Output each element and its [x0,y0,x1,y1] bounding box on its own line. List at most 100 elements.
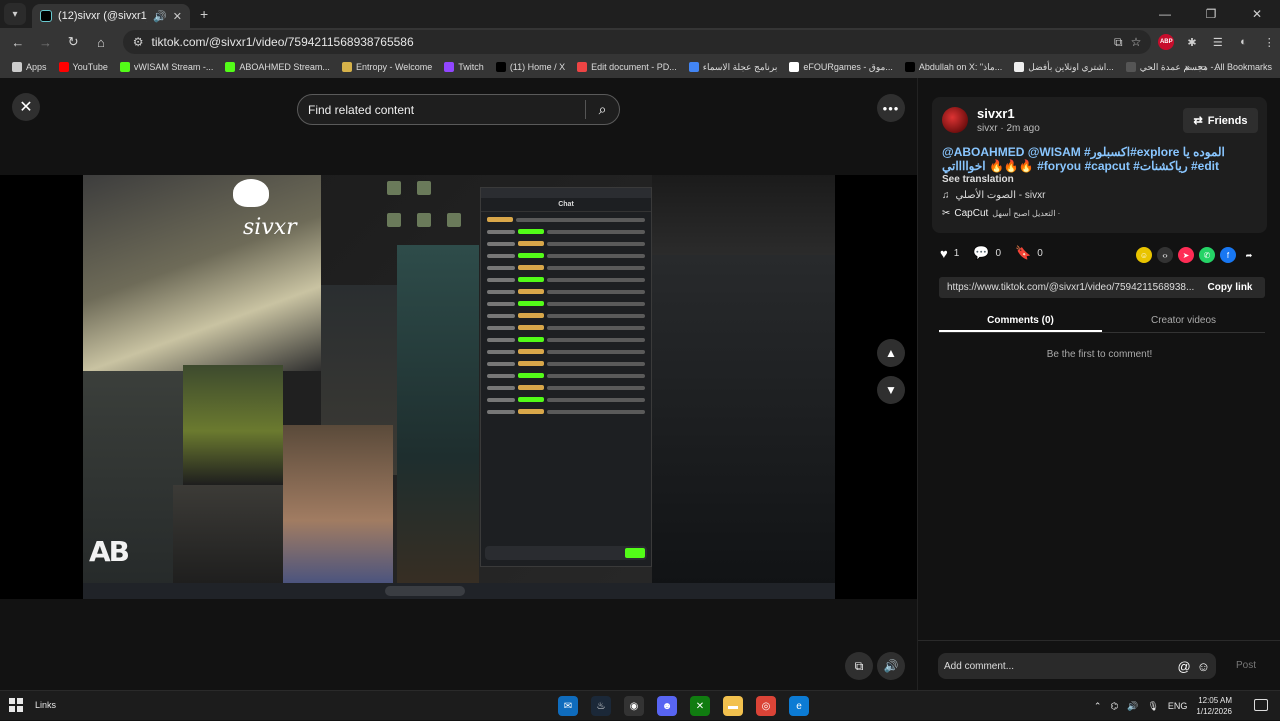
embed-code-icon[interactable]: ‹› [1157,247,1173,263]
reading-list-icon[interactable]: ☰ [1207,31,1229,53]
network-icon[interactable]: ⌬ [1110,701,1118,712]
video-content[interactable]: sivxr Chat AB [83,175,835,599]
profile-avatar-icon[interactable]: ◐ [1233,31,1255,53]
bookmark-item[interactable]: Abdullah on X: "ماذ... [899,62,1008,73]
capcut-link[interactable]: ✂ CapCut التعديل اصبح أسهل · [942,208,1060,219]
bookmark-item[interactable]: Edit document - PD... [571,62,683,72]
post-comment-button[interactable]: Post [1236,660,1256,671]
facebook-icon[interactable]: f [1220,247,1236,263]
bookmark-favicon-icon [12,62,22,72]
notification-center-icon[interactable] [1254,699,1268,711]
address-bar[interactable]: ⚙ tiktok.com/@sivxr1/video/7594211568938… [122,30,1152,54]
steam-icon[interactable]: ♨ [591,696,611,716]
lang-indicator[interactable]: ENG [1168,701,1188,711]
whatsapp-icon[interactable]: ✆ [1199,247,1215,263]
post-caption[interactable]: @ABOAHMED @WISAM #اكسبلور#explore الموده… [942,145,1260,173]
discord-icon[interactable]: ☻ [657,696,677,716]
chrome-icon[interactable]: ◎ [756,696,776,716]
comment-input[interactable]: Add comment... @ ☺ [938,653,1216,679]
bookmark-item[interactable]: ABOAHMED Stream... [219,62,336,72]
forward-button[interactable]: → [34,30,58,54]
window-close-button[interactable]: ✕ [1234,0,1280,28]
copy-link-button[interactable]: Copy link [1195,282,1265,293]
file-explorer-icon[interactable]: ▬ [723,696,743,716]
clock-date: 1/12/2026 [1196,707,1232,716]
bookmark-item[interactable]: Entropy - Welcome [336,62,438,72]
volume-button[interactable]: 🔊 [877,652,905,680]
xbox-icon[interactable]: ✕ [690,696,710,716]
friends-button[interactable]: ⇄ Friends [1183,108,1258,133]
related-search-box[interactable]: Find related content ⌕ [297,94,620,125]
outlook-icon[interactable]: ✉ [558,696,578,716]
gift-share-icon[interactable]: ☺ [1136,247,1152,263]
send-to-friends-icon[interactable]: ➤ [1178,247,1194,263]
previous-video-button[interactable]: ▲ [877,339,905,367]
maximize-button[interactable]: ❐ [1188,0,1234,28]
heart-icon: ♥ [940,245,948,261]
tray-overflow-icon[interactable]: ⌃ [1094,701,1102,712]
bookmark-item[interactable]: Twitch [438,62,490,72]
mention-icon[interactable]: @ [1178,659,1191,674]
edge-icon[interactable]: e [789,696,809,716]
bookmark-star-icon[interactable]: ☆ [1131,35,1142,49]
more-options-button[interactable]: ••• [877,94,905,122]
all-bookmarks-button[interactable]: » ▭ All Bookmarks [1185,56,1272,78]
username[interactable]: sivxr1 [977,106,1015,121]
tab-close-icon[interactable]: ✕ [173,10,182,23]
browser-menu-icon[interactable]: ⋮ [1258,31,1280,53]
bookmark-item[interactable]: Apps [6,62,53,72]
browser-tabbar: ▾ (12)sivxr (@sivxr1) | TikTok 🔊 ✕ + — ❐… [0,0,1280,28]
emoji-icon[interactable]: ☺ [1197,659,1210,674]
speaker-icon[interactable]: 🔊 [153,10,167,23]
home-button[interactable]: ⌂ [89,30,113,54]
music-link[interactable]: ♫ الصوت الأصلي - sivxr [942,190,1045,201]
bookmark-favicon-icon [495,62,506,72]
comment-action[interactable]: 💬 0 [973,245,1001,261]
reload-button[interactable]: ↻ [61,30,85,54]
minimize-button[interactable]: — [1142,0,1188,28]
share-link-text[interactable]: https://www.tiktok.com/@sivxr1/video/759… [939,282,1195,293]
see-translation-link[interactable]: See translation [942,174,1014,185]
tab-search-button[interactable]: ▾ [4,3,26,25]
microphone-icon[interactable]: 🎙 [1147,701,1158,712]
site-info-icon[interactable]: ⚙ [133,35,144,49]
avatar[interactable] [942,107,968,133]
bookmark-label: ABOAHMED Stream... [239,62,330,72]
bookmark-item[interactable]: اشتري اونلاين بأفضل... [1008,62,1120,73]
share-arrow-icon[interactable]: ➦ [1241,247,1257,263]
tab-comments[interactable]: Comments (0) [939,311,1102,332]
browser-navbar: ← → ↻ ⌂ ⚙ tiktok.com/@sivxr1/video/75942… [0,28,1280,56]
windows-start-icon[interactable] [9,698,23,712]
bookmark-item[interactable]: eFOURgames - موق... [783,62,898,73]
bookmark-item[interactable]: vWISAM Stream -... [114,62,220,72]
picture-in-picture-button[interactable]: ⧉ [845,652,873,680]
search-input[interactable]: Find related content [298,103,585,117]
url-text: tiktok.com/@sivxr1/video/759421156893876… [151,35,414,49]
swap-arrows-icon: ⇄ [1193,115,1203,127]
new-tab-button[interactable]: + [200,6,208,22]
bookmark-item[interactable]: برنامج عجلة الاسماء [683,62,784,73]
next-video-button[interactable]: ▼ [877,376,905,404]
obs-icon[interactable]: ◉ [624,696,644,716]
adblock-extension-icon[interactable]: ABP [1158,34,1175,50]
clock[interactable]: 12:05 AM 1/12/2026 [1196,695,1232,717]
extensions-icon[interactable]: ✱ [1181,31,1203,53]
bookmark-item[interactable]: YouTube [53,62,114,72]
active-tab[interactable]: (12)sivxr (@sivxr1) | TikTok 🔊 ✕ [32,4,190,28]
tab-creator-videos[interactable]: Creator videos [1102,311,1265,332]
install-app-icon[interactable]: ⧉ [1114,35,1123,50]
volume-tray-icon[interactable]: 🔊 [1127,701,1138,712]
save-count: 0 [1037,247,1043,259]
bookmark-favicon-icon [341,62,352,72]
search-icon[interactable]: ⌕ [586,101,619,118]
back-button[interactable]: ← [6,30,30,54]
bookmarks-overflow-icon[interactable]: » [1185,62,1190,72]
bookmark-item[interactable]: (11) Home / X [490,62,571,72]
links-toolbar[interactable]: Links [35,700,56,710]
chat-send-box [485,546,647,560]
like-action[interactable]: ♥ 1 [940,246,959,261]
save-action[interactable]: 🔖 0 [1015,245,1043,261]
video-frame[interactable]: sivxr Chat AB [0,175,917,599]
close-video-button[interactable]: ✕ [12,93,40,121]
bookmark-favicon-icon [58,62,69,72]
